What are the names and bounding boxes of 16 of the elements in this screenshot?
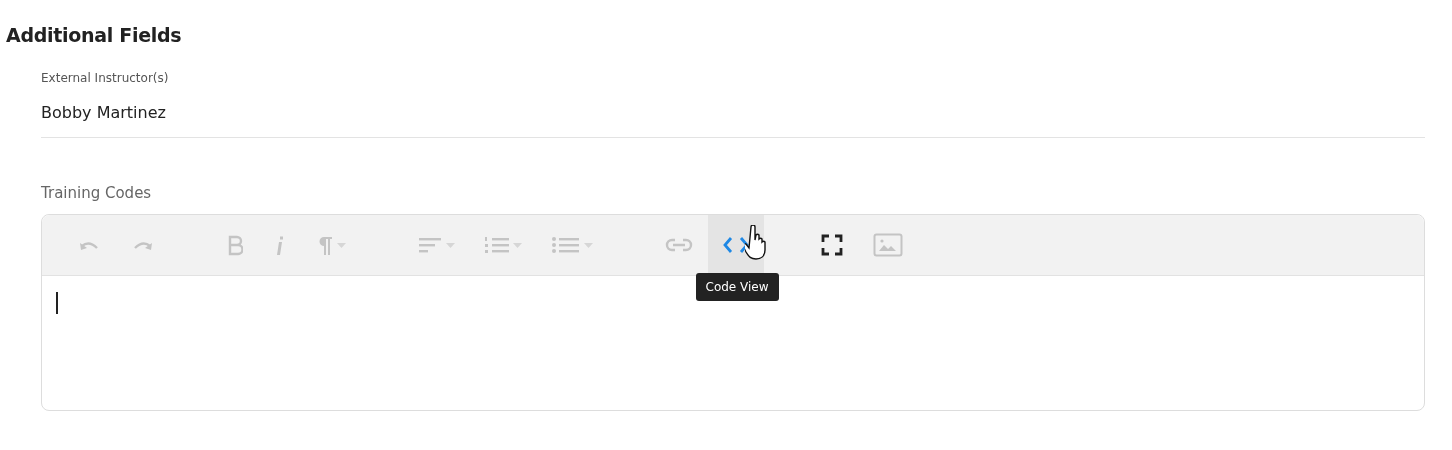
tooltip: Code View: [695, 273, 779, 302]
fullscreen-icon: [821, 234, 843, 257]
caret-icon: [513, 242, 522, 248]
caret-icon: [584, 242, 593, 248]
image-icon: [873, 233, 903, 258]
field-label: Training Codes: [41, 182, 152, 204]
field-label: External Instructor(s): [41, 69, 170, 87]
section-title: Additional Fields: [6, 24, 183, 47]
caret-icon: [337, 242, 346, 248]
input-field[interactable]: Bobby Martinez: [41, 86, 1425, 138]
numbered-list-icon: [485, 235, 509, 256]
caret-icon: [446, 242, 455, 248]
bullet-list-icon: [552, 235, 580, 256]
link-icon: [665, 237, 693, 254]
bold-icon: [227, 234, 243, 256]
text-cursor: [56, 292, 58, 315]
